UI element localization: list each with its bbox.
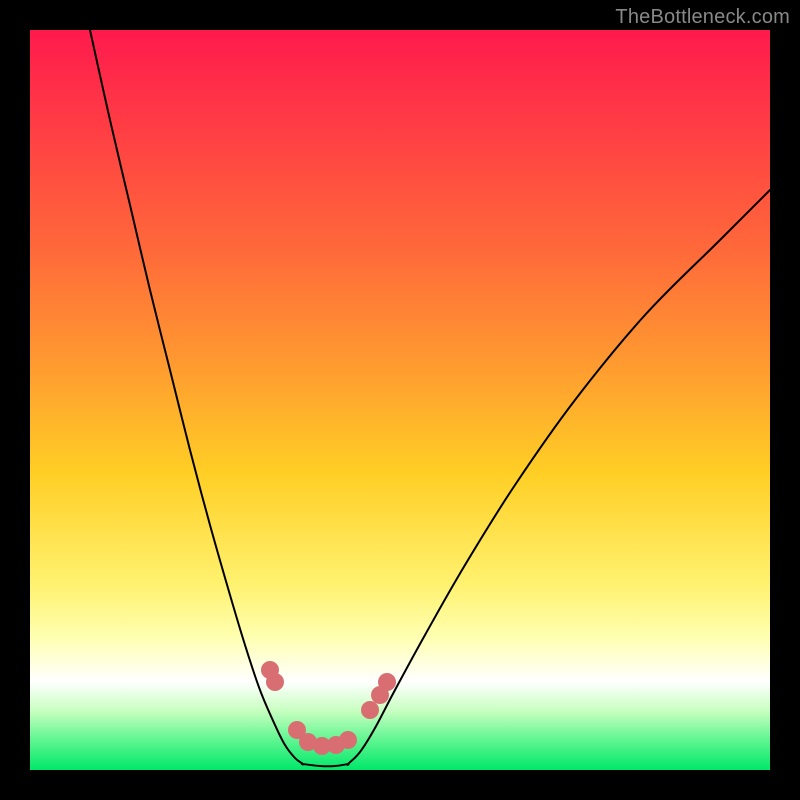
plot-area <box>30 30 770 770</box>
marker-group <box>261 661 396 755</box>
chart-frame: TheBottleneck.com <box>0 0 800 800</box>
marker-dot <box>266 673 284 691</box>
chart-svg <box>30 30 770 770</box>
curve-group <box>90 30 770 766</box>
bottleneck-curve <box>90 30 770 766</box>
marker-dot <box>339 731 357 749</box>
watermark-text: TheBottleneck.com <box>615 6 790 29</box>
marker-dot <box>361 701 379 719</box>
marker-dot <box>378 673 396 691</box>
